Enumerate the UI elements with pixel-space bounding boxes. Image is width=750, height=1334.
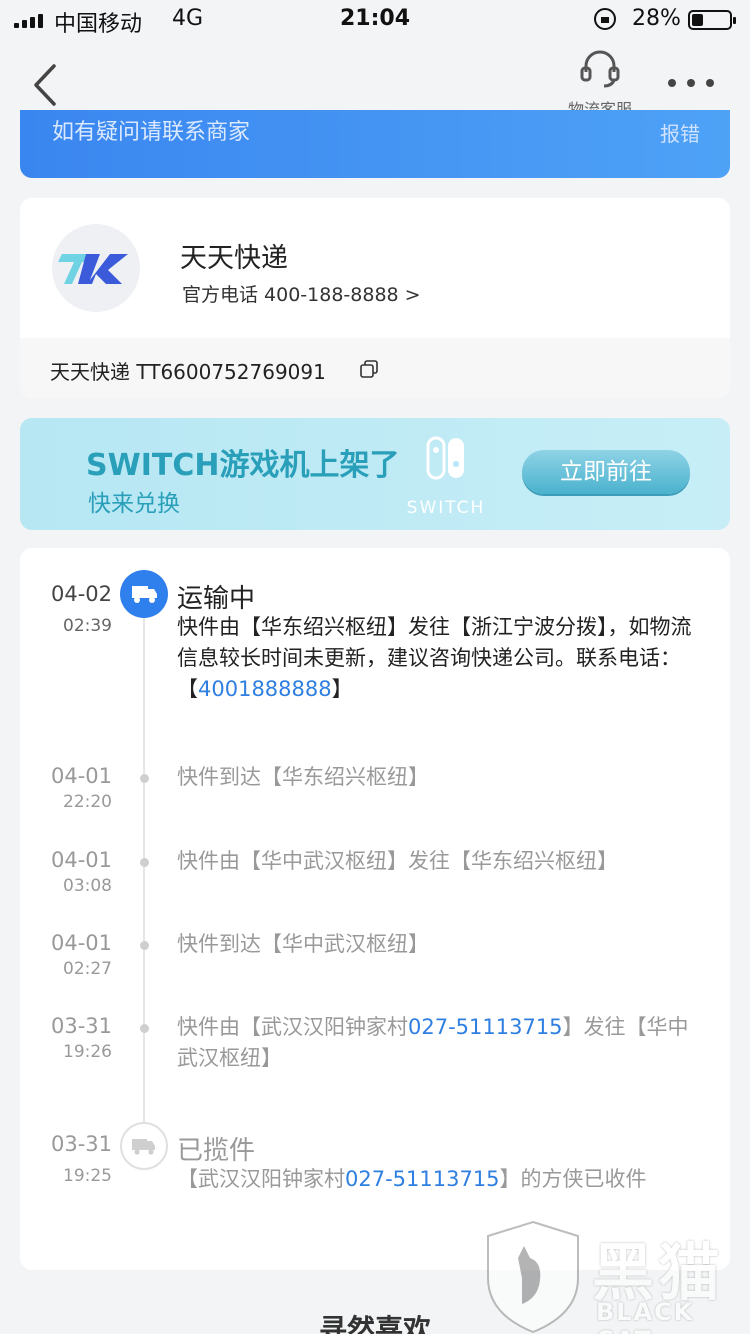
timeline-date: 03-31	[50, 1014, 112, 1038]
status-bar: 中国移动 4G 21:04 28%	[0, 0, 750, 40]
you-may-like-title: 寻然喜欢	[318, 1313, 431, 1334]
dot-icon	[687, 79, 695, 87]
description-text: 】的方侠已收件	[499, 1167, 647, 1191]
report-button[interactable]: 报错	[660, 118, 700, 147]
phone-link[interactable]: 4001888888	[198, 677, 332, 701]
battery-percent: 28%	[632, 6, 681, 31]
notice-text: 如有疑问请联系商家	[52, 120, 251, 145]
phone-link[interactable]: 027-51113715	[408, 1015, 563, 1039]
timeline-description: 【武汉汉阳钟家村027-51113715】的方侠已收件	[177, 1164, 697, 1195]
timeline-description: 快件到达【华东绍兴枢纽】	[177, 765, 429, 789]
timeline-time: 02:27	[63, 959, 112, 979]
timeline-line	[143, 594, 145, 1154]
go-now-button[interactable]: 立即前往	[522, 450, 690, 494]
timeline-dot	[140, 858, 149, 867]
truck-icon	[120, 570, 168, 618]
description-text: 【武汉汉阳钟家村	[177, 1167, 345, 1191]
description-text: 】	[331, 677, 353, 701]
phone-link[interactable]: 027-51113715	[345, 1167, 500, 1191]
timeline-dot	[140, 941, 149, 950]
timeline-time: 19:26	[63, 1042, 112, 1062]
tracking-row: 天天快递 TT6600752769091	[20, 338, 730, 398]
watermark-en: BLACK CAT	[596, 1298, 695, 1334]
promo-title: SWITCH游戏机上架了	[86, 448, 400, 483]
timeline-date: 03-31	[50, 1132, 112, 1156]
timeline-dot	[140, 774, 149, 783]
logistics-timeline: 04-02 02:39 运输中 快件由【华东绍兴枢纽】发往【浙江宁波分拨】，如物…	[20, 548, 730, 1270]
switch-promo-banner[interactable]: SWITCH游戏机上架了 快来兑换 SWITCH 立即前往	[20, 418, 730, 530]
dot-icon	[706, 79, 714, 87]
back-button[interactable]	[26, 60, 66, 110]
dot-icon	[668, 79, 676, 87]
timeline-date: 04-02	[50, 582, 112, 606]
nintendo-switch-icon	[426, 436, 464, 480]
timeline-date: 04-01	[50, 764, 112, 788]
switch-logo-text: SWITCH	[406, 498, 486, 518]
courier-logo	[52, 224, 140, 312]
timeline-description: 快件由【华中武汉枢纽】发往【华东绍兴枢纽】	[177, 849, 618, 873]
timeline-status: 运输中	[177, 584, 256, 614]
promo-subtitle: 快来兑换	[88, 491, 180, 517]
chevron-left-icon	[34, 64, 56, 106]
cat-shield-icon	[487, 1220, 579, 1334]
timeline-description: 快件由【华东绍兴枢纽】发往【浙江宁波分拨】，如物流信息较长时间未更新，建议咨询快…	[177, 612, 697, 705]
timeline-time: 03:08	[63, 876, 112, 896]
timeline-time: 19:25	[63, 1166, 112, 1186]
description-text: 快件由【武汉汉阳钟家村	[177, 1015, 408, 1039]
courier-name: 天天快递	[180, 243, 288, 274]
courier-card: 天天快递 官方电话 400-188-8888 > 天天快递 TT66007527…	[20, 198, 730, 398]
battery-icon	[688, 10, 736, 30]
switch-logo: SWITCH	[406, 434, 486, 518]
collected-icon	[120, 1122, 168, 1170]
tiantian-logo-icon	[58, 254, 128, 284]
timeline-time: 22:20	[63, 792, 112, 812]
timeline-date: 04-01	[50, 848, 112, 872]
black-cat-watermark: 黑猫 BLACK CAT	[478, 1218, 750, 1334]
tracking-number: 天天快递 TT6600752769091	[50, 360, 326, 384]
timeline-description: 快件由【武汉汉阳钟家村027-51113715】发往【华中武汉枢纽】	[177, 1012, 697, 1074]
copy-icon[interactable]	[360, 360, 378, 378]
timeline-time: 02:39	[63, 616, 112, 636]
timeline-dot	[140, 1024, 149, 1033]
timeline-status: 已揽件	[177, 1136, 256, 1166]
more-button[interactable]	[668, 68, 714, 98]
orientation-lock-icon	[594, 8, 616, 30]
headset-icon	[580, 50, 620, 88]
timeline-date: 04-01	[50, 931, 112, 955]
courier-phone-link[interactable]: 官方电话 400-188-8888 >	[182, 280, 421, 307]
timeline-description: 快件到达【华中武汉枢纽】	[177, 932, 429, 956]
notice-banner: 如有疑问请联系商家 报错	[20, 110, 730, 178]
